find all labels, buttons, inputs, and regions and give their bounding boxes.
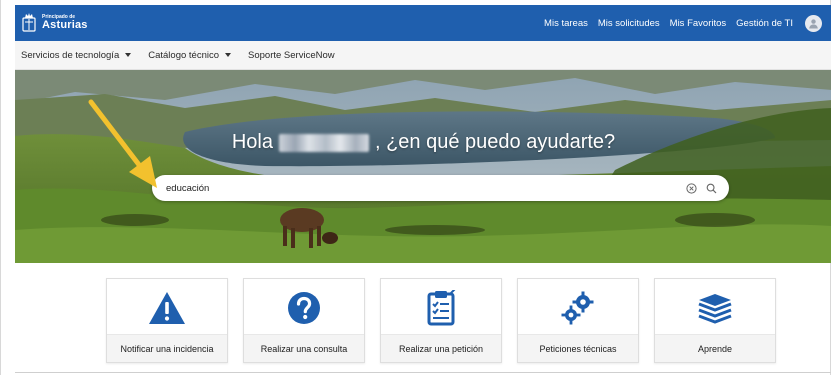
search-input[interactable]: educación [152,175,729,201]
books-icon [698,294,732,324]
divider [15,372,831,373]
card-label: Realizar una petición [381,334,501,362]
nav-mis-solicitudes[interactable]: Mis solicitudes [598,18,660,29]
top-bar: Principado de Asturias Mis tareas Mis so… [15,5,831,41]
question-icon [288,292,320,324]
card-icon-wrap [655,289,775,327]
card-aprende[interactable]: Aprende [654,278,776,363]
gears-icon [561,291,594,325]
annotation-arrow-icon [88,99,157,188]
brand-text: Principado de Asturias [42,15,88,31]
clear-icon[interactable] [686,182,697,194]
card-realizar-consulta[interactable]: Realizar una consulta [243,278,365,363]
nav-mis-favoritos[interactable]: Mis Favoritos [670,18,726,29]
brand-name: Asturias [42,19,88,31]
greeting-prefix: Hola [231,131,273,153]
user-icon [809,18,818,28]
caret-down-icon [225,53,232,57]
card-label: Notificar una incidencia [107,334,227,362]
greeting-suffix: , ¿en qué puedo ayudarte? [374,131,616,153]
top-nav: Mis tareas Mis solicitudes Mis Favoritos… [544,14,822,32]
search-actions [686,182,717,194]
warning-icon [149,292,185,324]
card-label: Aprende [655,334,775,362]
user-avatar[interactable] [805,14,822,32]
quick-actions: Notificar una incidencia Realizar una co… [106,278,776,363]
nav-gestion-ti[interactable]: Gestión de TI [736,18,793,29]
search-icon[interactable] [706,183,717,194]
card-icon-wrap [244,289,364,327]
card-label: Realizar una consulta [244,334,364,362]
clipboard-icon [427,290,456,326]
menu-catalogo-tecnico[interactable]: Catálogo técnico [148,49,232,61]
search-value[interactable]: educación [166,183,686,194]
card-peticiones-tecnicas[interactable]: Peticiones técnicas [517,278,639,363]
menu-label: Servicios de tecnología [21,49,120,61]
menu-soporte-servicenow[interactable]: Soporte ServiceNow [248,50,335,61]
menu-label: Soporte ServiceNow [248,49,335,61]
card-icon-wrap [381,289,501,327]
card-icon-wrap [107,289,227,327]
card-realizar-peticion[interactable]: Realizar una petición [380,278,502,363]
menu-label: Catálogo técnico [148,49,220,61]
secondary-nav: Servicios de tecnología Catálogo técnico… [15,41,831,70]
crest-icon [22,13,36,32]
card-notificar-incidencia[interactable]: Notificar una incidencia [106,278,228,363]
page: Principado de Asturias Mis tareas Mis so… [0,0,831,375]
card-label: Peticiones técnicas [518,334,638,362]
card-icon-wrap [518,289,638,327]
caret-down-icon [125,53,132,57]
nav-mis-tareas[interactable]: Mis tareas [544,18,588,29]
brand-logo[interactable]: Principado de Asturias [21,12,88,34]
blurred-username [278,133,369,152]
menu-servicios-tecnologia[interactable]: Servicios de tecnología [21,49,132,61]
